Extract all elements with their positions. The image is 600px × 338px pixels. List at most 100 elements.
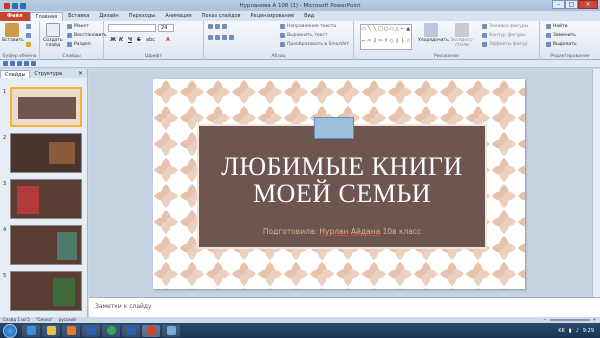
close-button[interactable]: × (578, 0, 598, 9)
slide-subtitle[interactable]: Подготовила: Нурлан Айдана 10в класс (197, 227, 487, 236)
volume-icon[interactable]: ♪ (576, 328, 579, 334)
font-color-button[interactable]: A (166, 37, 170, 43)
new-slide-button[interactable]: Создать слайд (43, 23, 63, 48)
strikethrough-button[interactable]: S (137, 37, 141, 43)
tab-transitions[interactable]: Переходы (124, 12, 161, 21)
slide-number: 1 (3, 89, 7, 95)
slide-number: 3 (3, 181, 7, 187)
select-button[interactable]: Выделить (546, 42, 577, 47)
tab-outline[interactable]: Структура (30, 70, 66, 78)
outline-icon (482, 33, 487, 38)
slide-canvas[interactable]: ЛЮБИМЫЕ КНИГИ МОЕЙ СЕМЬИ Подготовила: Ну… (153, 79, 525, 289)
word-icon (86, 326, 96, 335)
taskbar-chrome[interactable] (102, 324, 120, 337)
copy-icon (26, 33, 31, 38)
slide-thumbnail[interactable] (10, 87, 82, 127)
photo-icon (166, 326, 176, 335)
taskbar: KK ▮ ♪ 9:29 (0, 323, 600, 338)
redo-icon[interactable] (17, 61, 22, 66)
align-text-icon (280, 33, 285, 38)
text-direction-button[interactable]: Направление текста (280, 24, 336, 29)
tab-animations[interactable]: Анимация (160, 12, 196, 21)
slides-group: Создать слайд Макет Восстановить Раздел … (40, 21, 107, 60)
vertical-scrollbar[interactable] (592, 69, 600, 297)
copy-button[interactable] (26, 33, 31, 38)
window-controls: – □ × (552, 0, 598, 9)
tab-slideshow[interactable]: Показ слайдов (197, 12, 246, 21)
paste-button[interactable]: Вставить (2, 23, 24, 43)
shadow-button[interactable]: abc (146, 37, 155, 43)
smartart-button[interactable]: Преобразовать в SmartArt (280, 42, 349, 47)
slideshow-icon[interactable] (24, 61, 29, 66)
slide-thumbnail[interactable] (10, 225, 82, 265)
format-painter-button[interactable] (26, 42, 31, 47)
cut-button[interactable] (26, 24, 31, 29)
tab-file[interactable]: Файл (0, 12, 30, 21)
shape-fill-button[interactable]: Заливка фигуры (482, 24, 528, 29)
ribbon: Вставить Буфер обмена Создать слайд Маке… (0, 21, 600, 60)
taskbar-word2[interactable] (122, 324, 140, 337)
taskbar-powerpoint[interactable] (142, 324, 160, 337)
taskbar-media[interactable] (62, 324, 80, 337)
tab-review[interactable]: Рецензирование (246, 12, 300, 21)
window-title: Нурланова А 10б (1) - Microsoft PowerPoi… (239, 2, 361, 9)
editing-group: Найти Заменить Выделить Редактирование (540, 21, 600, 60)
slide-number: 5 (3, 273, 7, 279)
reset-button[interactable]: Восстановить (67, 33, 107, 38)
slide-thumbnail[interactable] (10, 271, 82, 311)
minimize-button[interactable]: – (552, 0, 565, 9)
slide-thumbnail[interactable] (10, 133, 82, 173)
thumb-title-box (18, 97, 76, 119)
slide-thumbnail[interactable] (10, 179, 82, 219)
section-button[interactable]: Раздел (67, 42, 91, 47)
save-icon[interactable] (3, 61, 8, 66)
tab-view[interactable]: Вид (299, 12, 319, 21)
italic-button[interactable]: К (119, 37, 123, 43)
bullets-button[interactable] (208, 24, 227, 29)
font-name-combo[interactable] (108, 24, 156, 32)
tab-design[interactable]: Дизайн (94, 12, 123, 21)
quick-styles-button[interactable]: Экспресс-стили (448, 23, 476, 48)
new-slide-icon (46, 23, 60, 37)
taskbar-word[interactable] (82, 324, 100, 337)
brush-icon (26, 42, 31, 47)
shape-effects-button[interactable]: Эффекты фигур (482, 42, 528, 47)
paragraph-group: Направление текста Выровнять текст Преоб… (204, 21, 354, 60)
section-icon (67, 42, 72, 47)
tab-slides[interactable]: Слайды (0, 70, 31, 78)
start-button[interactable] (3, 323, 17, 338)
undo-icon[interactable] (10, 61, 15, 66)
maximize-button[interactable]: □ (565, 0, 578, 9)
tab-home[interactable]: Главная (29, 12, 64, 21)
notes-pane[interactable]: Заметки к слайду (89, 297, 600, 317)
slide-title-line1: ЛЮБИМЫЕ КНИГИ (221, 152, 463, 181)
tab-insert[interactable]: Вставка (63, 12, 94, 21)
network-icon[interactable]: ▮ (569, 328, 572, 334)
align-buttons[interactable] (208, 35, 234, 40)
subtitle-prefix: Подготовила: (262, 227, 320, 236)
replace-button[interactable]: Заменить (546, 33, 576, 38)
taskbar-photo[interactable] (162, 324, 180, 337)
replace-icon (546, 33, 551, 38)
taskbar-ie[interactable] (22, 324, 40, 337)
bold-button[interactable]: Ж (110, 37, 116, 43)
shape-outline-button[interactable]: Контур фигуры (482, 33, 526, 38)
ribbon-tabs: Файл Главная Вставка Дизайн Переходы Ани… (0, 11, 600, 21)
underline-button[interactable]: Ч (128, 37, 132, 43)
clock[interactable]: 9:29 (583, 328, 594, 334)
layout-button[interactable]: Макет (67, 24, 89, 29)
quick-styles-icon (455, 23, 469, 37)
slide-title[interactable]: ЛЮБИМЫЕ КНИГИ МОЕЙ СЕМЬИ (197, 153, 487, 207)
zoom-slider[interactable] (549, 319, 590, 321)
find-button[interactable]: Найти (546, 24, 568, 29)
powerpoint-icon (146, 326, 156, 335)
align-text-button[interactable]: Выровнять текст (280, 33, 327, 38)
arrange-button[interactable]: Упорядочить (418, 23, 449, 43)
shapes-gallery[interactable]: ▭ ╲ ╲ □ ○ ▭ △ ⌐ ▲ ⌐ ⇨ ⇩ ⇦ ⇧ ◇{} ☆ (360, 24, 412, 50)
customize-icon[interactable] (31, 61, 36, 66)
subtitle-class: 10в класс (382, 227, 422, 236)
font-size-combo[interactable]: 24 (158, 24, 174, 32)
language-indicator[interactable]: KK (558, 328, 565, 334)
close-panel-button[interactable]: × (74, 70, 87, 78)
taskbar-explorer[interactable] (42, 324, 60, 337)
